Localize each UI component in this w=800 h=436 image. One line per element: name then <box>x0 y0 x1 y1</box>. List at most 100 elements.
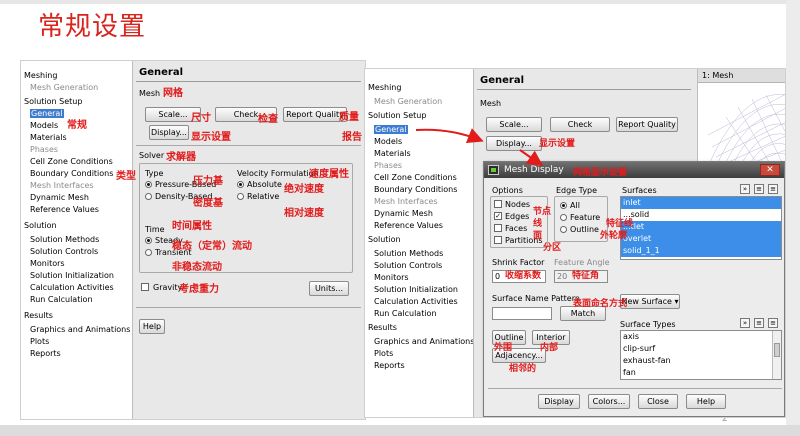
tree-item[interactable]: Cell Zone Conditions <box>30 157 113 167</box>
tree-item[interactable]: Mesh Generation <box>30 83 98 93</box>
close-button[interactable]: Close <box>638 394 678 409</box>
tree-item[interactable]: Graphics and Animations <box>374 337 474 347</box>
tree-item[interactable]: Mesh Generation <box>374 97 442 107</box>
tree-item[interactable]: Solution Initialization <box>30 271 114 281</box>
check-button[interactable]: Check <box>550 117 610 132</box>
all-radio[interactable] <box>560 202 567 209</box>
tree-item[interactable]: Calculation Activities <box>374 297 458 307</box>
tree-item[interactable]: Materials <box>374 149 411 159</box>
tree-item[interactable]: Dynamic Mesh <box>30 193 89 203</box>
colors-button[interactable]: Colors... <box>588 394 630 409</box>
tree-item[interactable]: Meshing <box>368 83 401 93</box>
scale-button[interactable]: Scale... <box>486 117 542 132</box>
list-item[interactable]: solid_1_1 <box>621 245 781 257</box>
tree-item[interactable]: Meshing <box>24 71 57 81</box>
edges-checkbox[interactable]: ✓ <box>494 212 502 220</box>
tree-item[interactable]: Solution <box>24 221 57 231</box>
tree-item[interactable]: Reports <box>374 361 405 371</box>
feature-angle-label: Feature Angle <box>554 258 610 267</box>
faces-checkbox[interactable] <box>494 224 502 232</box>
density-based-radio[interactable] <box>145 193 152 200</box>
report-quality-button[interactable]: Report Quality <box>283 107 347 122</box>
report-quality-button[interactable]: Report Quality <box>616 117 678 132</box>
select-all-icon[interactable]: » <box>740 184 750 194</box>
new-surface-button[interactable]: New Surface ▾ <box>620 294 680 309</box>
deselect-all-types-icon[interactable]: ≡ <box>754 318 764 328</box>
tree-item[interactable]: Solution Initialization <box>374 285 458 295</box>
tree-item[interactable]: Cell Zone Conditions <box>374 173 457 183</box>
annotation-mesh-display: 网格显示设置 <box>573 168 628 178</box>
surfaces-list[interactable]: inlet ...solid ...tlet overlet solid_1_1 <box>620 196 782 260</box>
annotation-shrink: 收缩系数 <box>505 271 542 281</box>
units-button[interactable]: Units... <box>309 281 349 296</box>
display-button[interactable]: Display <box>538 394 580 409</box>
nodes-checkbox[interactable] <box>494 200 502 208</box>
invert-types-icon[interactable]: ≡ <box>768 318 778 328</box>
tree-item[interactable]: Solution Setup <box>24 97 82 107</box>
list-item[interactable]: inlet <box>621 197 781 209</box>
pressure-based-radio[interactable] <box>145 181 152 188</box>
help-button[interactable]: Help <box>686 394 726 409</box>
feature-radio[interactable] <box>560 214 567 221</box>
tree-item[interactable]: Phases <box>374 161 402 171</box>
select-all-types-icon[interactable]: » <box>740 318 750 328</box>
list-item[interactable]: axis <box>621 331 781 343</box>
tree-item[interactable]: Mesh Interfaces <box>374 197 438 207</box>
list-item[interactable]: exhaust-fan <box>621 355 781 367</box>
tree-item[interactable]: Results <box>368 323 397 333</box>
tree-item[interactable]: Run Calculation <box>374 309 437 319</box>
tree-item[interactable]: Mesh Interfaces <box>30 181 94 191</box>
tree-item[interactable]: Plots <box>30 337 49 347</box>
steady-radio[interactable] <box>145 237 152 244</box>
gravity-checkbox[interactable] <box>141 283 149 291</box>
tree-item[interactable]: Reference Values <box>30 205 99 215</box>
list-item[interactable]: clip-surf <box>621 343 781 355</box>
divider <box>136 145 361 146</box>
absolute-radio[interactable] <box>237 181 244 188</box>
tree-item[interactable]: Graphics and Animations <box>30 325 130 335</box>
tree-item[interactable]: Boundary Conditions <box>30 169 113 179</box>
surface-name-pattern-input[interactable] <box>492 307 552 320</box>
slide-bottom-bar <box>0 425 800 436</box>
tree-item[interactable]: Run Calculation <box>30 295 93 305</box>
outline-radio[interactable] <box>560 226 567 233</box>
mesh-preview-graphic <box>705 94 785 171</box>
tree-item[interactable]: Solution Controls <box>30 247 98 257</box>
display-button[interactable]: Display... <box>149 125 189 140</box>
list-item[interactable]: fan <box>621 367 781 379</box>
tree-item[interactable]: Results <box>24 311 53 321</box>
invert-selection-icon[interactable]: ≡ <box>768 184 778 194</box>
list-item[interactable]: ...solid <box>621 209 781 221</box>
tree-item[interactable]: Dynamic Mesh <box>374 209 433 219</box>
partitions-checkbox[interactable] <box>494 236 502 244</box>
tree-item[interactable]: Materials <box>30 133 67 143</box>
tree-item[interactable]: Monitors <box>374 273 409 283</box>
tree-item[interactable]: Solution Methods <box>374 249 443 259</box>
tree-item-general[interactable]: General <box>30 109 64 119</box>
scrollbar-thumb[interactable] <box>774 343 780 357</box>
tree-item[interactable]: Solution Setup <box>368 111 426 121</box>
surface-types-list[interactable]: axis clip-surf exhaust-fan fan <box>620 330 782 380</box>
tree-item[interactable]: Monitors <box>30 259 65 269</box>
tree-item[interactable]: Solution Methods <box>30 235 99 245</box>
tree-item[interactable]: Phases <box>30 145 58 155</box>
tree-item[interactable]: Models <box>374 137 402 147</box>
tree-item[interactable]: Reference Values <box>374 221 443 231</box>
surface-types-scrollbar[interactable] <box>772 331 781 379</box>
relative-radio[interactable] <box>237 193 244 200</box>
tree-item-general[interactable]: General <box>374 125 408 135</box>
close-icon[interactable]: ✕ <box>760 164 780 176</box>
help-button[interactable]: Help <box>139 319 165 334</box>
transient-radio[interactable] <box>145 249 152 256</box>
tree-item[interactable]: Plots <box>374 349 393 359</box>
list-item[interactable]: overlet <box>621 233 781 245</box>
tree-item[interactable]: Solution Controls <box>374 261 442 271</box>
display-button[interactable]: Display... <box>486 136 542 151</box>
tree-item[interactable]: Reports <box>30 349 61 359</box>
tree-item[interactable]: Calculation Activities <box>30 283 114 293</box>
list-item[interactable]: ...tlet <box>621 221 781 233</box>
tree-item[interactable]: Models <box>30 121 58 131</box>
tree-item[interactable]: Boundary Conditions <box>374 185 457 195</box>
deselect-all-icon[interactable]: ≡ <box>754 184 764 194</box>
tree-item[interactable]: Solution <box>368 235 401 245</box>
